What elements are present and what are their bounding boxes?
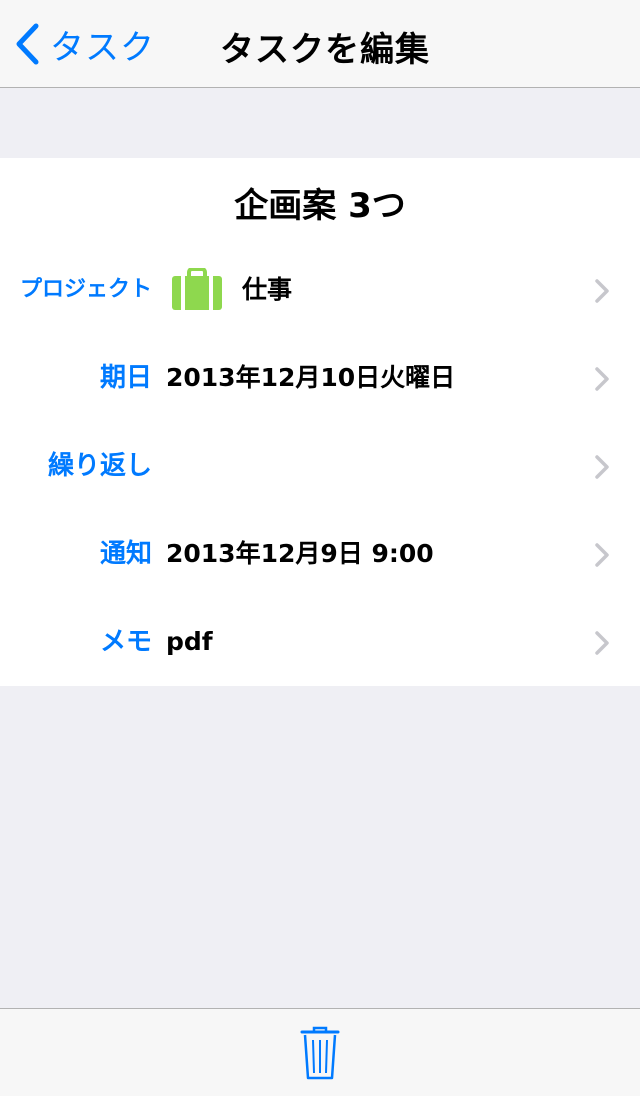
chevron-right-icon xyxy=(595,631,609,655)
project-row[interactable]: プロジェクト 仕事 xyxy=(0,246,640,334)
chevron-right-icon xyxy=(595,543,609,567)
task-detail-card: 企画案 3つ プロジェクト 仕事 期日 2013年12月10日火曜日 繰り返し … xyxy=(0,158,640,686)
back-button[interactable]: タスク xyxy=(14,18,155,70)
chevron-right-icon xyxy=(595,367,609,391)
back-button-label: タスク xyxy=(50,27,155,68)
project-value: 仕事 xyxy=(242,275,293,304)
memo-value: pdf xyxy=(166,627,213,656)
delete-button[interactable] xyxy=(300,1025,340,1085)
bottom-toolbar xyxy=(0,1008,640,1096)
reminder-label: 通知 xyxy=(99,539,152,569)
due-date-value: 2013年12月10日火曜日 xyxy=(166,363,456,392)
briefcase-icon xyxy=(172,268,222,310)
trash-icon xyxy=(300,1026,340,1080)
chevron-left-icon xyxy=(16,23,39,65)
reminder-row[interactable]: 通知 2013年12月9日 9:00 xyxy=(0,510,640,598)
due-date-row[interactable]: 期日 2013年12月10日火曜日 xyxy=(0,334,640,422)
due-date-label: 期日 xyxy=(99,363,152,393)
memo-row[interactable]: メモ pdf xyxy=(0,598,640,686)
repeat-label: 繰り返し xyxy=(47,451,152,481)
navigation-bar: タスク タスクを編集 xyxy=(0,0,640,88)
reminder-value: 2013年12月9日 9:00 xyxy=(166,539,434,568)
chevron-right-icon xyxy=(595,455,609,479)
chevron-right-icon xyxy=(595,279,609,303)
task-title[interactable]: 企画案 3つ xyxy=(0,178,640,227)
project-label: プロジェクト xyxy=(19,277,152,302)
repeat-row[interactable]: 繰り返し xyxy=(0,422,640,510)
memo-label: メモ xyxy=(99,627,152,657)
page-title: タスクを編集 xyxy=(220,30,430,70)
